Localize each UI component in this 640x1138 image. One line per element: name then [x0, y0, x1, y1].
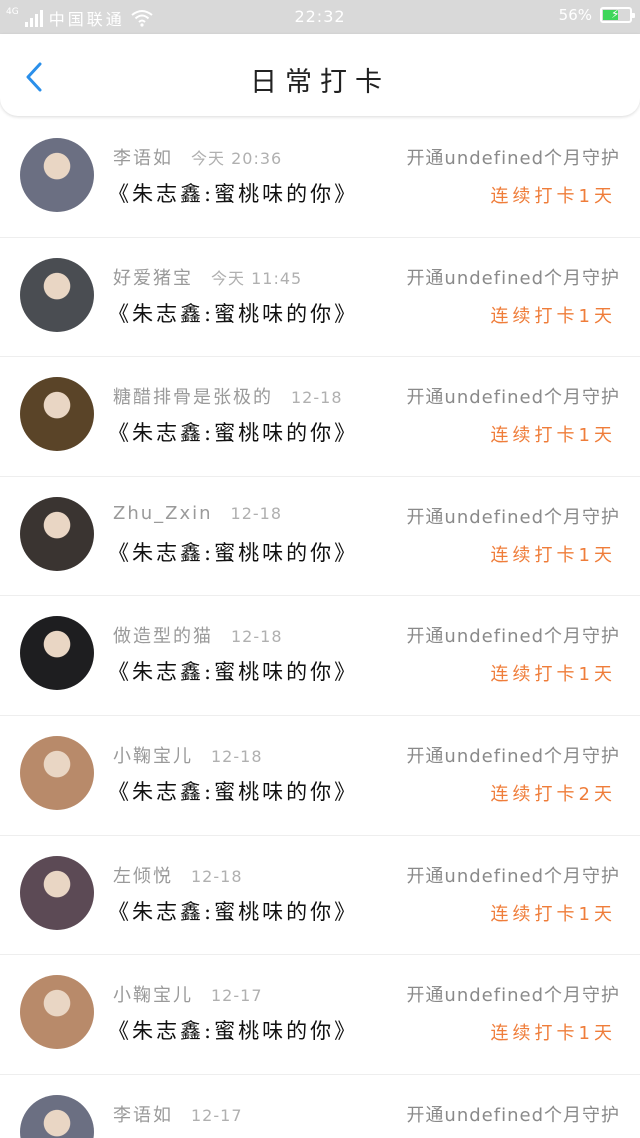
streak-days: 连续打卡1天 [490, 903, 616, 925]
checkin-time: 12-18 [291, 388, 343, 408]
avatar-image [20, 975, 94, 1050]
list-item[interactable]: 左倾悦 12-18 《朱志鑫:蜜桃味的你》 开通undefined个月守护连续打卡1天 [0, 836, 640, 956]
name-line: 左倾悦 12-18 [113, 862, 243, 888]
nav-bar: 日常打卡 [0, 34, 640, 116]
song-title: 《朱志鑫:蜜桃味的你》 [108, 301, 359, 326]
avatar[interactable] [20, 1094, 94, 1138]
checkin-time: 12-18 [211, 746, 263, 766]
name-line: 小鞠宝儿 12-17 [113, 981, 263, 1007]
name-line: Zhu_Zxin 12-18 [113, 503, 282, 524]
guard-status: 开通undefined个月守护 [406, 985, 620, 1007]
charging-icon: ⚡ [611, 7, 620, 21]
streak-days: 连续打卡1天 [490, 544, 616, 566]
battery-icon: ⚡ [600, 7, 635, 23]
user-name[interactable]: 小鞠宝儿 [113, 742, 193, 768]
checkin-time: 今天 20:36 [191, 149, 283, 168]
user-name[interactable]: 好爱猪宝 [113, 264, 193, 290]
avatar-image [20, 1094, 94, 1138]
guard-status: 开通undefined个月守护 [406, 267, 620, 289]
song-title: 《朱志鑫:蜜桃味的你》 [108, 540, 359, 565]
list-item[interactable]: 小鞠宝儿 12-17 《朱志鑫:蜜桃味的你》 开通undefined个月守护连续打卡1… [0, 955, 640, 1075]
list-item[interactable]: 好爱猪宝 今天 11:45 《朱志鑫:蜜桃味的你》 开通undefined个月守护连续… [0, 238, 640, 358]
battery-percent: 56% [558, 6, 592, 24]
name-line: 李语如 今天 20:36 [113, 144, 282, 170]
avatar-image [20, 735, 94, 810]
avatar[interactable] [20, 496, 94, 571]
user-name[interactable]: 做造型的猫 [113, 622, 213, 648]
avatar[interactable] [20, 257, 94, 332]
avatar[interactable] [20, 616, 94, 691]
user-name[interactable]: 小鞠宝儿 [113, 981, 193, 1007]
guard-status: 开通undefined个月守护 [406, 1104, 620, 1126]
checkin-time: 12-18 [191, 866, 243, 886]
avatar[interactable] [20, 377, 94, 452]
song-title: 《朱志鑫:蜜桃味的你》 [108, 660, 359, 685]
status-bar: 4G 中国联通 22:32 56% ⚡ [0, 0, 640, 34]
avatar[interactable] [20, 855, 94, 930]
streak-days: 连续打卡1天 [490, 186, 616, 207]
name-line: 好爱猪宝 今天 11:45 [113, 264, 302, 290]
avatar[interactable] [20, 138, 94, 212]
guard-status: 开通undefined个月守护 [406, 745, 620, 767]
avatar-image [20, 616, 94, 691]
avatar-image [20, 138, 94, 212]
guard-status: 开通undefined个月守护 [406, 626, 620, 648]
song-title: 《朱志鑫:蜜桃味的你》 [108, 779, 359, 804]
streak-days: 连续打卡1天 [490, 664, 616, 686]
guard-status: 开通undefined个月守护 [406, 865, 620, 887]
user-name[interactable]: Zhu_Zxin [113, 503, 213, 524]
user-name[interactable]: 糖醋排骨是张极的 [113, 383, 273, 409]
song-title: 《朱志鑫:蜜桃味的你》 [108, 182, 359, 206]
user-name[interactable]: 李语如 [113, 1101, 173, 1127]
checkin-time: 12-18 [231, 627, 283, 647]
song-title: 《朱志鑫:蜜桃味的你》 [108, 1019, 359, 1044]
list-item[interactable]: 李语如 今天 20:36 《朱志鑫:蜜桃味的你》 开通undefined个月守护连续打… [0, 118, 640, 238]
avatar-image [20, 257, 94, 332]
avatar-image [20, 496, 94, 571]
song-title: 《朱志鑫:蜜桃味的你》 [108, 421, 359, 446]
page-title: 日常打卡 [250, 67, 390, 98]
avatar[interactable] [20, 735, 94, 810]
name-line: 小鞠宝儿 12-18 [113, 742, 263, 768]
song-title: 《朱志鑫:蜜桃味的你》 [108, 899, 359, 924]
guard-status: 开通undefined个月守护 [406, 506, 620, 528]
streak-days: 连续打卡1天 [490, 1023, 616, 1045]
avatar-image [20, 855, 94, 930]
streak-days: 连续打卡2天 [490, 783, 616, 805]
status-time: 22:32 [294, 7, 346, 26]
user-name[interactable]: 左倾悦 [113, 862, 173, 888]
checkin-list: 李语如 今天 20:36 《朱志鑫:蜜桃味的你》 开通undefined个月守护 连续打… [0, 118, 640, 1138]
guard-status: 开通undefined个月守护 [406, 148, 620, 169]
checkin-time: 今天 11:45 [211, 268, 303, 288]
status-right: 56% ⚡ [558, 6, 635, 24]
list-item[interactable]: 小鞠宝儿 12-18 《朱志鑫:蜜桃味的你》 开通undefined个月守护连续打卡2… [0, 716, 640, 836]
list-item[interactable]: Zhu_Zxin 12-18 《朱志鑫:蜜桃味的你》 开通undefined个月守护连… [0, 477, 640, 597]
checkin-time: 12-17 [191, 1105, 243, 1125]
name-line: 做造型的猫 12-18 [113, 622, 283, 648]
name-line: 糖醋排骨是张极的 12-18 [113, 383, 343, 409]
streak-days: 连续打卡1天 [490, 305, 616, 327]
avatar[interactable] [20, 975, 94, 1050]
avatar-image [20, 377, 94, 452]
checkin-time: 12-18 [230, 503, 283, 523]
streak-days: 连续打卡1天 [490, 425, 616, 447]
list-item[interactable]: 做造型的猫 12-18 《朱志鑫:蜜桃味的你》 开通undefined个月守护连续打卡… [0, 596, 640, 716]
list-item[interactable]: 糖醋排骨是张极的 12-18 《朱志鑫:蜜桃味的你》 开通undefined个月守护连… [0, 357, 640, 477]
name-line: 李语如 12-17 [113, 1101, 243, 1127]
checkin-time: 12-17 [211, 986, 263, 1006]
guard-status: 开通undefined个月守护 [406, 387, 620, 409]
user-name[interactable]: 李语如 [113, 144, 173, 170]
list-item[interactable]: 李语如12-17《朱志鑫:蜜桃味的你》开通undefined个月守护连续打卡1天 [0, 1075, 640, 1138]
